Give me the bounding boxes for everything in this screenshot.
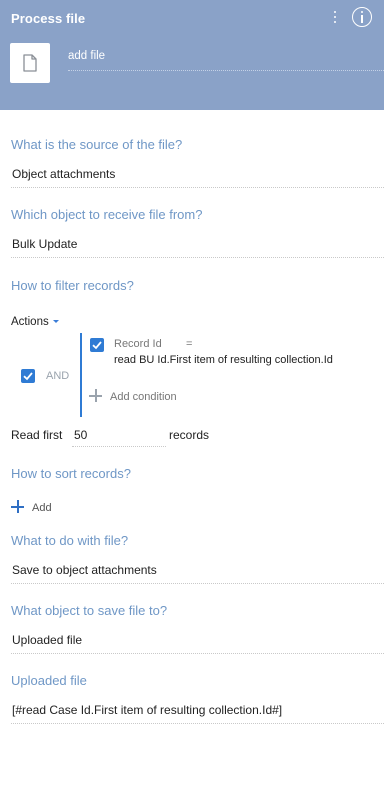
action-field[interactable]: Save to object attachments	[11, 562, 384, 584]
object-question: Which object to receive file from?	[11, 207, 203, 222]
condition-value[interactable]: read BU Id.First item of resulting colle…	[114, 354, 333, 366]
read-first-value: 50	[74, 428, 88, 442]
actions-label: Actions	[11, 316, 49, 328]
add-condition-button[interactable]: Add condition	[89, 389, 177, 403]
uploaded-file-value: [#read Case Id.First item of resulting c…	[12, 703, 283, 717]
element-name-input[interactable]: add file	[68, 49, 384, 71]
uploaded-file-field[interactable]: [#read Case Id.First item of resulting c…	[11, 702, 384, 724]
header-panel: Process file add file	[0, 0, 384, 110]
read-first-unit: records	[169, 428, 210, 442]
object-value: Bulk Update	[12, 237, 78, 251]
read-first-input[interactable]: 50	[72, 425, 166, 447]
object-field[interactable]: Bulk Update	[11, 236, 384, 258]
condition-column[interactable]: Record Id	[114, 338, 162, 350]
read-first-label: Read first	[11, 428, 63, 442]
group-operator-label[interactable]: AND	[46, 370, 69, 382]
info-icon[interactable]	[352, 7, 372, 27]
plus-icon	[89, 389, 102, 402]
add-sort-label: Add	[32, 502, 52, 514]
action-question: What to do with file?	[11, 533, 129, 548]
save-object-value: Uploaded file	[12, 633, 83, 647]
condition-operator[interactable]: =	[186, 338, 192, 350]
actions-menu[interactable]: Actions	[11, 316, 59, 328]
panel-title: Process file	[11, 11, 86, 26]
save-object-field[interactable]: Uploaded file	[11, 632, 384, 654]
add-sort-button[interactable]: Add	[11, 500, 52, 514]
sort-question: How to sort records?	[11, 466, 131, 481]
plus-icon	[11, 500, 24, 513]
group-bracket	[80, 333, 82, 417]
source-question: What is the source of the file?	[11, 137, 183, 152]
filter-question: How to filter records?	[11, 278, 134, 293]
group-checkbox[interactable]	[21, 369, 35, 383]
add-condition-label: Add condition	[110, 391, 177, 403]
element-name-value: add file	[68, 50, 106, 62]
vertical-dots-icon[interactable]	[328, 6, 342, 28]
source-value: Object attachments	[12, 167, 116, 181]
source-field[interactable]: Object attachments	[11, 166, 384, 188]
action-value: Save to object attachments	[12, 563, 157, 577]
save-object-question: What object to save file to?	[11, 603, 168, 618]
document-icon	[10, 43, 50, 83]
condition-checkbox[interactable]	[90, 338, 104, 352]
caret-down-icon	[52, 320, 59, 324]
uploaded-file-question: Uploaded file	[11, 673, 87, 688]
